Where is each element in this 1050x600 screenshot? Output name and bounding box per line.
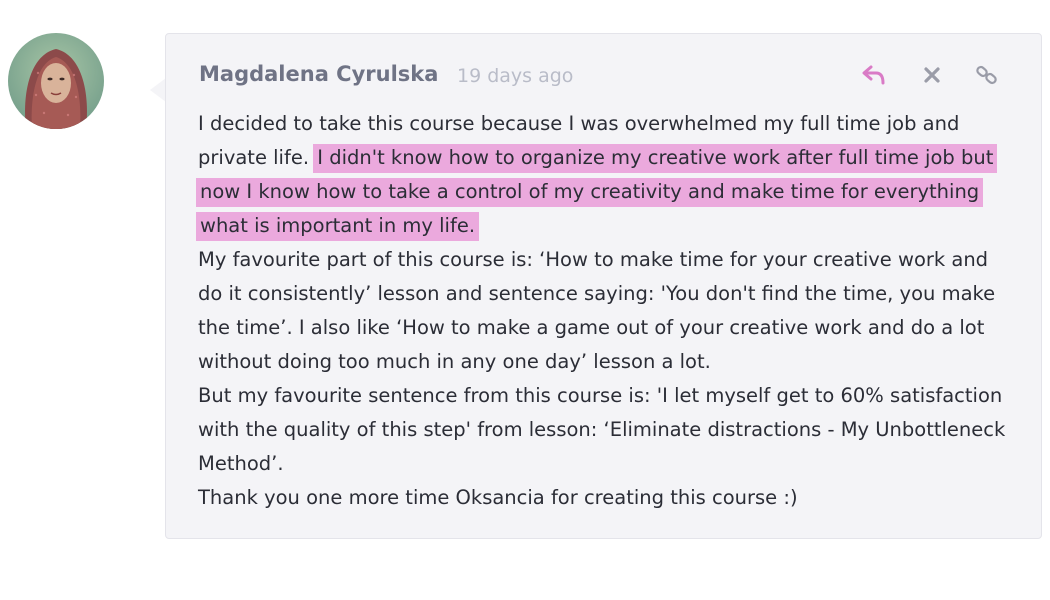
highlighted-text: I didn't know how to organize my creativ…	[196, 144, 998, 241]
comment-card: Magdalena Cyrulska 19 days ago I decided…	[165, 33, 1042, 539]
reply-button[interactable]	[859, 60, 889, 90]
permalink-button[interactable]	[972, 60, 1002, 90]
comment-timestamp[interactable]: 19 days ago	[457, 65, 573, 87]
comment-paragraph-2: My favourite part of this course is: ‘Ho…	[198, 248, 996, 373]
reply-icon	[862, 65, 885, 85]
comment-header: Magdalena Cyrulska 19 days ago	[199, 60, 1011, 90]
delete-button[interactable]	[917, 60, 947, 90]
comment-paragraph-1: I decided to take this course because I …	[196, 107, 1018, 243]
avatar-portrait-image	[8, 33, 104, 129]
link-icon	[976, 65, 997, 85]
card-pointer	[150, 78, 166, 102]
comment-paragraph-3: But my favourite sentence from this cour…	[198, 384, 1006, 475]
author-name[interactable]: Magdalena Cyrulska	[199, 62, 438, 86]
comment-paragraph-4: Thank you one more time Oksancia for cre…	[198, 486, 798, 509]
comment-thread: Magdalena Cyrulska 19 days ago I decided…	[0, 0, 1050, 600]
close-icon	[924, 67, 940, 83]
avatar[interactable]	[8, 33, 104, 129]
comment-body: I decided to take this course because I …	[196, 107, 1018, 515]
